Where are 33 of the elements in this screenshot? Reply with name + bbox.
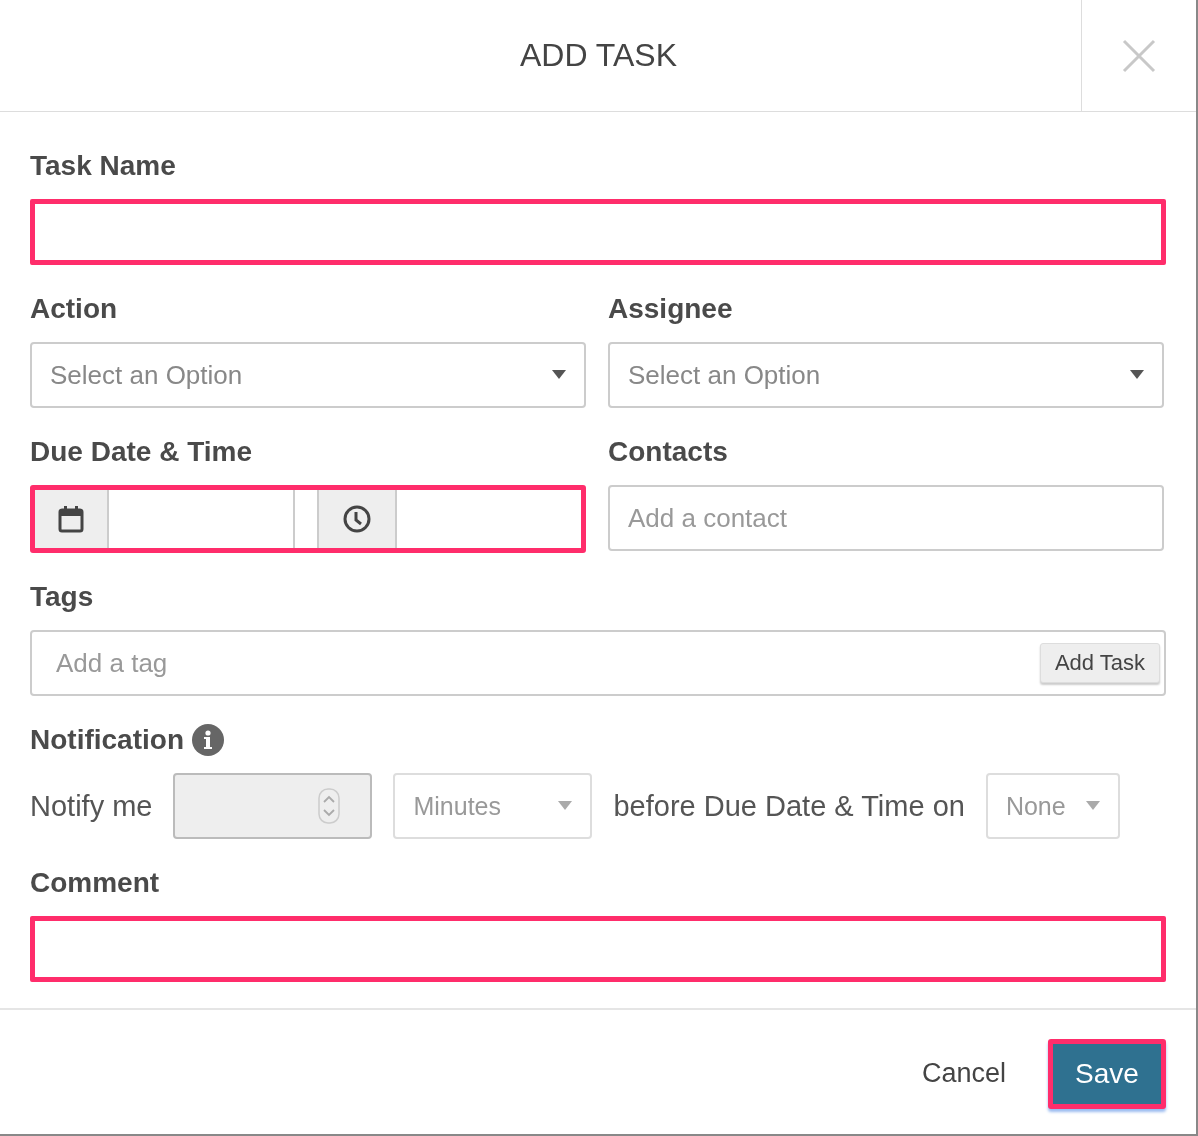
field-label: Contacts: [608, 435, 729, 469]
caret-icon: [552, 370, 566, 380]
clock-addon[interactable]: [317, 490, 397, 548]
task-name-field[interactable]: [30, 199, 1166, 265]
caret-icon: [1085, 801, 1100, 811]
spinner-icon: [318, 788, 341, 824]
caret-icon: [558, 801, 573, 811]
field-label: Due Date & Time: [30, 435, 253, 469]
notify-text: before Due Date & Time on: [613, 789, 965, 823]
save-button[interactable]: Save: [1048, 1038, 1166, 1109]
clock-icon: [343, 505, 371, 533]
close-icon: [1122, 38, 1156, 73]
field-label: Comment: [30, 866, 161, 900]
field-label: Task Name: [30, 149, 177, 183]
calendar-addon[interactable]: [35, 490, 109, 548]
contact-field[interactable]: Add a contact: [608, 485, 1164, 551]
info-icon[interactable]: [192, 724, 224, 756]
add-task-button[interactable]: Add Task: [1039, 643, 1160, 683]
target-dropdown[interactable]: None: [985, 773, 1120, 839]
field-label: Assignee: [608, 292, 734, 326]
tag-field[interactable]: Add a tag Add Task: [30, 630, 1166, 696]
caret-icon: [1130, 370, 1144, 380]
dialog-title: ADD TASK: [518, 36, 679, 75]
unit-dropdown[interactable]: Minutes: [393, 773, 593, 839]
field-label: Tags: [30, 580, 95, 614]
comment-field[interactable]: [30, 916, 1166, 982]
action-dropdown[interactable]: Select an Option: [30, 342, 586, 408]
field-label: Notification: [30, 723, 184, 757]
cancel-button[interactable]: Cancel: [915, 1057, 1012, 1090]
calendar-icon: [58, 505, 84, 533]
notify-text: Notify me: [30, 789, 153, 823]
field-label: Action: [30, 292, 119, 326]
assignee-dropdown[interactable]: Select an Option: [608, 342, 1164, 408]
